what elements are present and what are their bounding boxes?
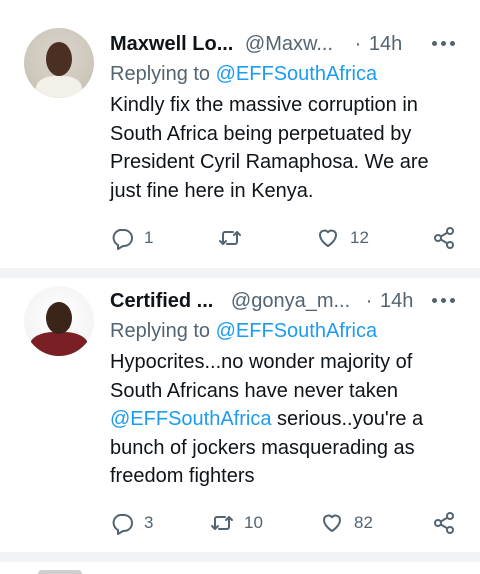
retweet-icon [219,231,241,245]
tweet-divider [0,268,480,278]
share-button[interactable] [432,510,466,536]
mention-link[interactable]: @EFFSouthAfrica [216,63,377,85]
tweet-1[interactable]: Maxwell Lo... @Maxw... · 14h Replying to… [0,0,480,268]
retweet-button[interactable]: 10 [210,510,263,536]
replying-to-line: Replying to @EFFSouthAfrica [110,317,377,345]
tweet-text: Kindly fix the massive corruption in Sou… [110,91,460,205]
tweet-actions: 3 10 82 [110,510,460,536]
tweet-text-line: bunch of jockers masquerading as [110,436,415,459]
author-handle[interactable]: @gonya_m... [231,290,350,312]
like-button[interactable]: 82 [320,510,373,536]
author-handle[interactable]: @Maxw... [245,33,333,55]
separator-dot: · [365,290,373,312]
share-icon [434,227,454,249]
retweet-count: 10 [244,513,263,532]
share-button[interactable] [432,225,466,251]
heart-icon [319,229,337,247]
mention-link[interactable]: @EFFSouthAfrica [216,320,377,342]
retweet-button[interactable] [218,225,252,251]
replying-to-line: Replying to @EFFSouthAfrica [110,60,377,88]
tweet-divider [0,552,480,562]
tweet-text-line: South Africans have never taken [110,379,398,402]
tweet-text-line: South Africa being perpetuated by [110,122,412,145]
like-count: 12 [350,228,369,247]
avatar[interactable] [24,286,94,356]
tweet-text-line: freedom fighters [110,465,255,488]
replying-to-label: Replying to [110,320,211,342]
like-count: 82 [354,513,373,532]
tweet-text-line: President Cyril Ramaphosa. We are [110,151,429,174]
retweet-icon [211,516,233,530]
reply-icon [112,229,133,250]
tweet-text-line: Hypocrites...no wonder majority of [110,351,413,373]
tweet-actions: 1 12 [110,225,460,251]
tweet-header: Certified ... @gonya_m... · 14h [110,288,455,314]
next-tweet-avatar-edge [38,570,82,574]
tweet-2[interactable]: Certified ... @gonya_m... · 14h Replying… [0,278,480,552]
separator-dot: · [354,33,362,55]
tweet-text-line: Kindly fix the massive corruption in [110,94,418,116]
mention-link[interactable]: @EFFSouthAfrica [110,408,271,430]
replying-to-label: Replying to [110,63,211,85]
tweet-text-fragment: serious..you're a [271,408,424,431]
more-options-icon[interactable] [432,40,456,48]
heart-icon [323,514,341,532]
author-name[interactable]: Maxwell Lo... [110,33,233,55]
reply-button[interactable]: 3 [110,510,153,536]
tweet-text-line: @EFFSouthAfrica serious..you're a [110,405,460,434]
like-button[interactable]: 12 [316,225,369,251]
share-icon [434,512,454,534]
avatar[interactable] [24,28,94,98]
reply-button[interactable]: 1 [110,225,153,251]
reply-count: 1 [144,228,154,247]
tweet-header: Maxwell Lo... @Maxw... · 14h [110,31,455,57]
reply-icon [112,514,133,535]
timestamp[interactable]: 14h [380,290,413,312]
tweet-text: Hypocrites...no wonder majority of South… [110,348,460,491]
timestamp[interactable]: 14h [369,33,402,55]
tweet-text-line: just fine here in Kenya. [110,179,314,202]
author-name[interactable]: Certified ... [110,290,213,312]
reply-count: 3 [144,513,154,532]
more-options-icon[interactable] [432,297,456,305]
